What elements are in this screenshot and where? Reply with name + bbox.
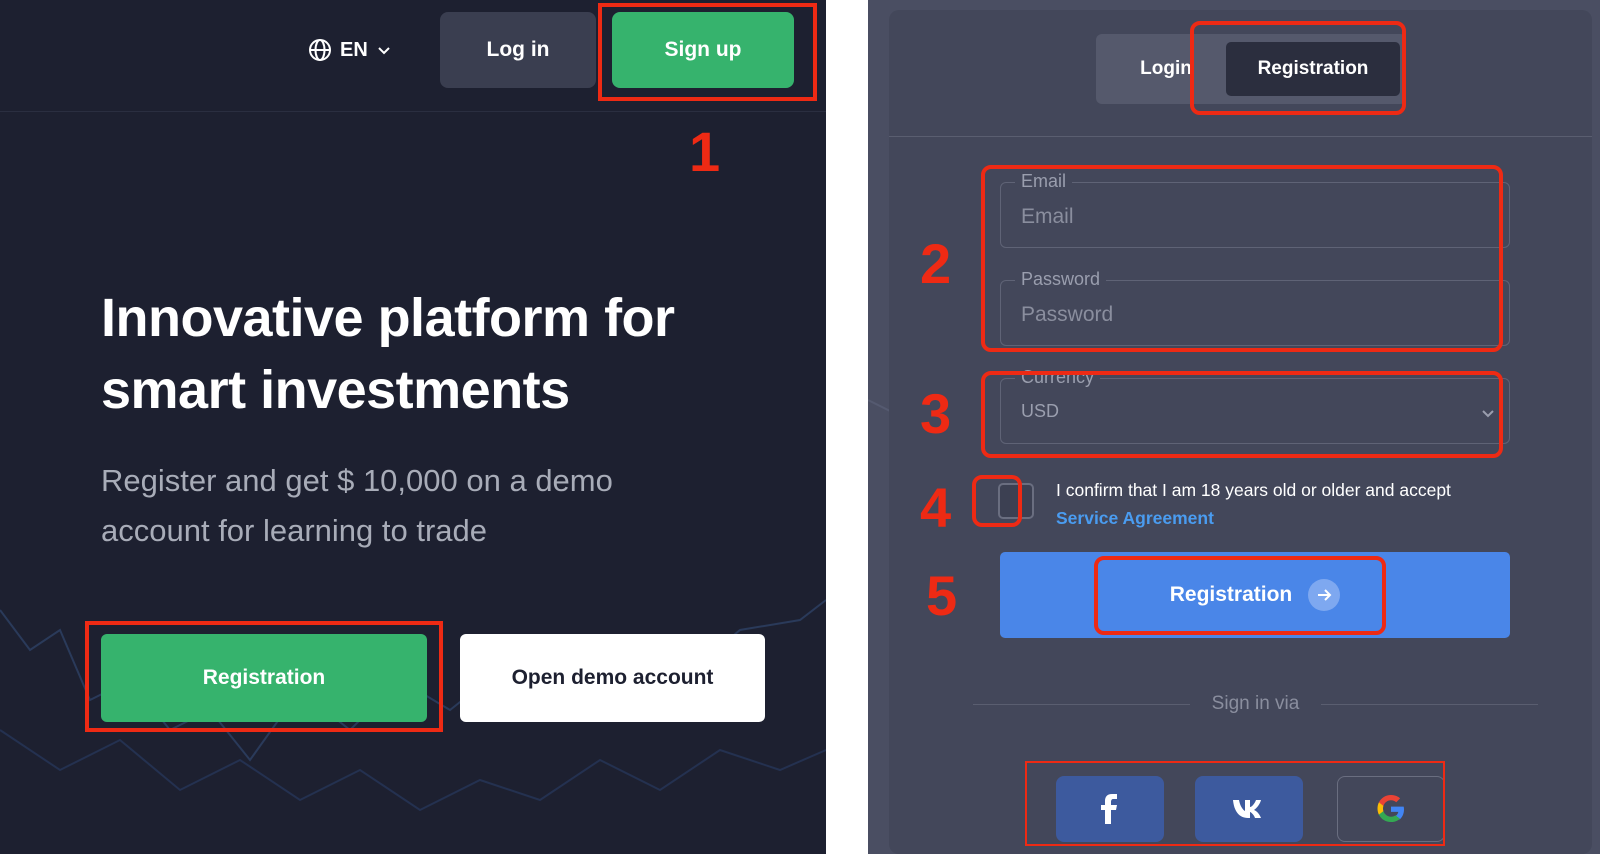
step-number-3: 3 — [920, 382, 952, 445]
age-confirm-checkbox[interactable] — [998, 483, 1034, 519]
email-placeholder: Email — [1021, 205, 1074, 228]
vk-icon — [1233, 800, 1261, 818]
divider — [889, 136, 1592, 137]
tab-login[interactable]: Login — [1106, 42, 1226, 96]
vk-login-button[interactable] — [1195, 776, 1303, 842]
password-field[interactable]: Password Password — [1000, 269, 1510, 346]
hero-subtitle: Register and get $ 10,000 on a demo acco… — [101, 463, 613, 548]
top-navigation-bar: EN Log in Sign up — [0, 0, 826, 112]
chevron-down-icon — [1482, 410, 1494, 418]
password-placeholder: Password — [1021, 303, 1114, 326]
step-number-2: 2 — [920, 232, 952, 295]
step-number-1: 1 — [689, 120, 721, 183]
hero-title: Innovative platform for smart investment… — [101, 288, 675, 420]
open-demo-account-button[interactable]: Open demo account — [460, 634, 765, 722]
registration-submit-label: Registration — [1169, 583, 1293, 606]
step-number-4: 4 — [920, 476, 952, 539]
service-agreement-link[interactable]: Service Agreement — [1056, 508, 1214, 528]
google-login-button[interactable] — [1337, 776, 1445, 842]
login-button[interactable]: Log in — [440, 12, 596, 88]
tab-registration[interactable]: Registration — [1226, 42, 1400, 96]
language-label: EN — [340, 38, 368, 61]
auth-tabs: Login Registration — [1096, 34, 1406, 104]
facebook-icon — [1101, 794, 1117, 824]
confirm-statement: I confirm that I am 18 years old or olde… — [1056, 480, 1451, 500]
currency-select[interactable]: Currency USD — [1000, 367, 1510, 444]
arrow-right-icon — [1308, 579, 1341, 611]
password-label: Password — [1015, 269, 1107, 290]
currency-label: Currency — [1015, 367, 1101, 388]
language-selector[interactable]: EN — [308, 34, 392, 66]
sign-in-via-label: Sign in via — [1211, 693, 1300, 714]
google-icon — [1377, 795, 1404, 822]
globe-icon — [309, 39, 331, 61]
chevron-down-icon — [378, 47, 390, 55]
sign-in-via-divider: Sign in via — [973, 690, 1539, 718]
registration-submit-button[interactable]: Registration — [1000, 552, 1510, 638]
signup-button[interactable]: Sign up — [612, 12, 794, 88]
step-number-5: 5 — [926, 564, 958, 627]
registration-card: Login Registration Email Email Password … — [889, 10, 1592, 854]
facebook-login-button[interactable] — [1056, 776, 1164, 842]
email-field[interactable]: Email Email — [1000, 171, 1510, 248]
currency-value: USD — [1021, 401, 1060, 421]
hero-registration-button[interactable]: Registration — [101, 634, 427, 722]
email-label: Email — [1015, 171, 1073, 192]
age-confirm-text: I confirm that I am 18 years old or olde… — [1056, 476, 1576, 532]
auth-panel: Login Registration Email Email Password … — [868, 0, 1600, 854]
